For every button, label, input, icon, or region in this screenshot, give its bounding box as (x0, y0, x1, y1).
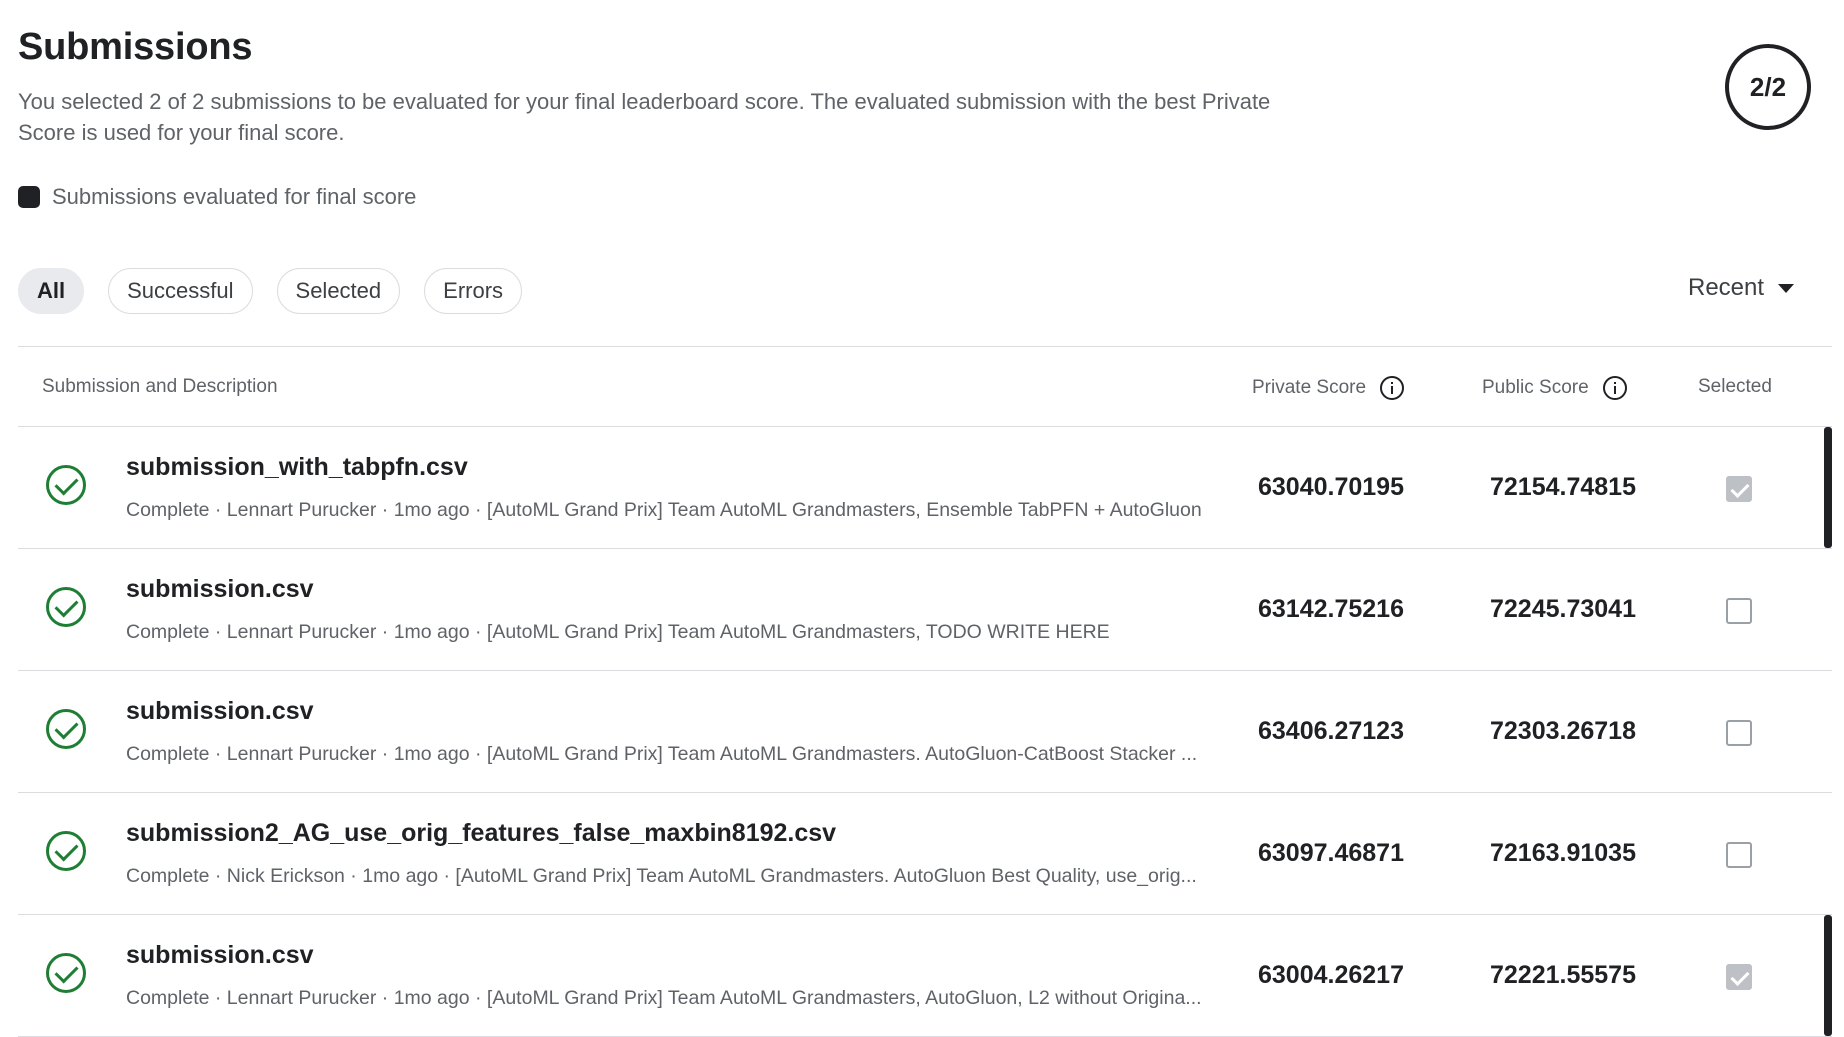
private-score: 63406.27123 (1258, 717, 1404, 745)
legend-label: Submissions evaluated for final score (52, 184, 417, 209)
header-private-score: Private Score (1252, 376, 1405, 400)
header-public-score: Public Score (1482, 376, 1627, 400)
filter-successful-chip[interactable]: Successful (108, 268, 253, 314)
select-checkbox[interactable] (1726, 476, 1752, 502)
private-score: 63142.75216 (1258, 595, 1404, 623)
info-icon[interactable] (1602, 376, 1627, 400)
header-submission-label: Submission and Description (42, 376, 278, 397)
submission-filename[interactable]: submission2_AG_use_orig_features_false_m… (126, 819, 836, 848)
filter-selected-chip[interactable]: Selected (276, 268, 401, 314)
filter-chips: All Successful Selected Errors (18, 268, 523, 314)
info-icon[interactable] (1380, 376, 1405, 400)
private-score: 63004.26217 (1258, 961, 1404, 989)
check-circle-icon (46, 831, 86, 871)
submission-filename[interactable]: submission.csv (126, 575, 314, 604)
submission-meta: Complete · Lennart Purucker · 1mo ago · … (126, 987, 1202, 1009)
legend-swatch (18, 186, 40, 208)
divider (18, 346, 1832, 347)
public-score: 72221.55575 (1490, 961, 1636, 989)
submission-filename[interactable]: submission.csv (126, 697, 314, 726)
select-checkbox[interactable] (1726, 598, 1752, 624)
submission-filename[interactable]: submission_with_tabpfn.csv (126, 453, 468, 482)
public-score: 72163.91035 (1490, 839, 1636, 867)
check-circle-icon (46, 709, 86, 749)
check-circle-icon (46, 953, 86, 993)
selected-indicator-bar (1824, 915, 1832, 1036)
filter-errors-chip[interactable]: Errors (424, 268, 523, 314)
public-score: 72245.73041 (1490, 595, 1636, 623)
page-description: You selected 2 of 2 submissions to be ev… (18, 89, 1271, 145)
selection-counter: 2/2 (1725, 44, 1811, 130)
table-row[interactable]: submission.csv Complete · Lennart Puruck… (18, 671, 1832, 793)
submission-meta: Complete · Lennart Purucker · 1mo ago · … (126, 499, 1202, 521)
submission-meta: Complete · Lennart Purucker · 1mo ago · … (126, 621, 1110, 643)
filter-all-chip[interactable]: All (18, 268, 85, 314)
header-submission: Submission and Description (42, 376, 278, 398)
sort-dropdown[interactable]: Recent (1688, 274, 1795, 302)
submission-meta: Complete · Nick Erickson · 1mo ago · [Au… (126, 865, 1197, 887)
page-title: Submissions (18, 26, 253, 68)
table-row[interactable]: submission_with_tabpfn.csv Complete · Le… (18, 427, 1832, 549)
header-selected: Selected (1698, 376, 1772, 398)
private-score: 63040.70195 (1258, 473, 1404, 501)
check-circle-icon (46, 587, 86, 627)
submission-filename[interactable]: submission.csv (126, 941, 314, 970)
header-selected-label: Selected (1698, 376, 1772, 397)
table-row[interactable]: submission.csv Complete · Lennart Puruck… (18, 549, 1832, 671)
legend: Submissions evaluated for final score (18, 184, 416, 210)
table-row[interactable]: submission.csv Complete · Lennart Puruck… (18, 915, 1832, 1037)
submission-meta: Complete · Lennart Purucker · 1mo ago · … (126, 743, 1198, 765)
select-checkbox[interactable] (1726, 720, 1752, 746)
public-score: 72303.26718 (1490, 717, 1636, 745)
selected-indicator-bar (1824, 427, 1832, 548)
sort-label: Recent (1688, 274, 1765, 301)
check-circle-icon (46, 465, 86, 505)
select-checkbox[interactable] (1726, 964, 1752, 990)
header-public-label: Public Score (1482, 377, 1589, 398)
header-private-label: Private Score (1252, 377, 1367, 398)
public-score: 72154.74815 (1490, 473, 1636, 501)
select-checkbox[interactable] (1726, 842, 1752, 868)
caret-down-icon (1778, 283, 1795, 293)
table-row[interactable]: submission2_AG_use_orig_features_false_m… (18, 793, 1832, 915)
private-score: 63097.46871 (1258, 839, 1404, 867)
